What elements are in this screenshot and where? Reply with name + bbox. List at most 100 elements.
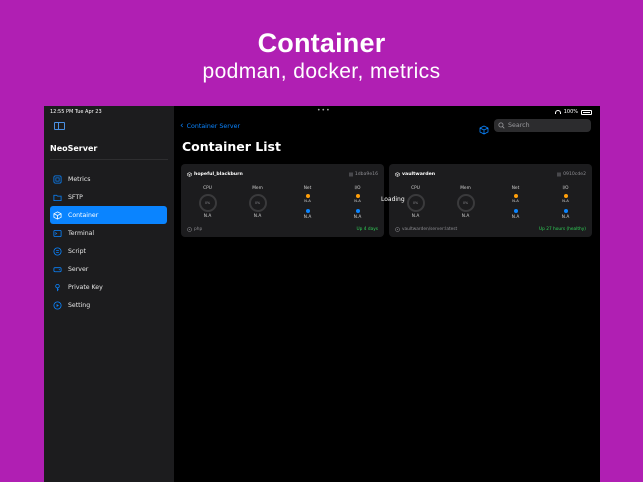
net-metric: Net N.A N.A	[493, 186, 538, 220]
loading-indicator: Loading	[381, 196, 405, 203]
battery-percent: 100%	[563, 109, 578, 115]
sidebar-item-label: Script	[68, 247, 86, 255]
io-label: I/O	[562, 186, 569, 191]
cpu-gauge: 0%	[198, 194, 217, 212]
sidebar-item-metrics[interactable]: Metrics	[50, 170, 167, 188]
sidebar-item-private-key[interactable]: Private Key	[50, 278, 167, 296]
card-header: vaultwarden 0910cde2	[395, 170, 586, 178]
cube-icon	[395, 171, 400, 177]
download-dot-icon	[513, 209, 518, 213]
key-icon	[53, 283, 62, 292]
status-bar: 12:55 PM Tue Apr 23 ••• 100%	[44, 106, 600, 117]
sidebar-item-terminal[interactable]: Terminal	[50, 224, 167, 242]
disc-icon	[395, 227, 400, 232]
multitask-dots-icon[interactable]: •••	[317, 107, 331, 114]
cpu-gauge: 0%	[406, 194, 425, 212]
sidebar-item-label: Private Key	[68, 283, 103, 291]
metrics-row: CPU 0% N.A Mem 0% N.A Net N.A N.A I/O N.…	[393, 186, 588, 220]
folder-icon	[53, 193, 62, 202]
cpu-value: N.A	[203, 214, 212, 219]
sidebar-item-label: Terminal	[68, 229, 95, 237]
container-name: vaultwarden	[395, 172, 435, 177]
cpu-metric: CPU 0% N.A	[185, 186, 230, 220]
net-up-value: N.A	[512, 198, 519, 203]
io-metric: I/O N.A N.A	[543, 186, 588, 220]
sidebar-item-server[interactable]: Server	[50, 260, 167, 278]
sidebar-item-label: Setting	[68, 301, 91, 309]
card-footer: vaultwarden/server:latest Up 27 hours (h…	[395, 227, 586, 232]
back-label: Container Server	[186, 123, 241, 130]
container-id: 1dba9e16	[349, 172, 378, 177]
container-name-text: vaultwarden	[402, 171, 436, 177]
mem-metric: Mem 0% N.A	[443, 186, 488, 220]
cpu-metric: CPU 0% N.A	[393, 186, 438, 220]
container-image: php	[187, 227, 202, 232]
net-down-value: N.A	[303, 215, 312, 220]
io-label: I/O	[354, 186, 361, 191]
sidebar-item-label: Server	[68, 265, 89, 273]
mem-label: Mem	[460, 186, 471, 191]
status-right: 100%	[554, 109, 592, 115]
mem-gauge: 0%	[248, 194, 267, 212]
net-metric: Net N.A N.A	[285, 186, 330, 220]
net-down-value: N.A	[511, 215, 520, 220]
search-field[interactable]	[494, 119, 591, 132]
io-write-value: N.A	[353, 215, 362, 220]
container-id-text: 0910cde2	[563, 171, 586, 177]
net-up-value: N.A	[304, 198, 311, 203]
net-label: Net	[303, 186, 312, 191]
cube-icon	[187, 171, 192, 177]
sidebar-toggle-icon[interactable]	[54, 122, 65, 130]
sidebar-divider	[50, 159, 168, 160]
download-dot-icon	[305, 209, 310, 213]
container-image-text: php	[194, 227, 203, 232]
card-footer: php Up 4 days	[187, 227, 378, 232]
search-input[interactable]	[508, 122, 588, 129]
io-metric: I/O N.A N.A	[335, 186, 380, 220]
container-status: Up 27 hours (healthy)	[538, 227, 586, 232]
mem-label: Mem	[252, 186, 263, 191]
barcode-icon	[349, 172, 353, 176]
sidebar-item-label: Metrics	[68, 175, 91, 183]
mem-value: N.A	[253, 214, 262, 219]
cpu-label: CPU	[203, 186, 212, 191]
cpu-label: CPU	[411, 186, 420, 191]
mem-value: N.A	[461, 214, 470, 219]
container-card-vaultwarden[interactable]: vaultwarden 0910cde2 CPU 0% N.A Mem 0% N…	[389, 164, 592, 237]
net-label: Net	[511, 186, 520, 191]
server-icon	[53, 265, 62, 274]
gear-icon	[53, 300, 62, 310]
sidebar-item-container[interactable]: Container	[50, 206, 167, 224]
io-read-value: N.A	[562, 198, 569, 203]
cpu-value: N.A	[411, 214, 420, 219]
ipad-screen: 12:55 PM Tue Apr 23 ••• 100% NeoServer M…	[44, 106, 600, 482]
back-button[interactable]: ‹ Container Server	[180, 122, 240, 131]
sidebar-item-script[interactable]: Script	[50, 242, 167, 260]
io-stack: N.A	[354, 194, 361, 213]
container-name: hopeful_blackburn	[187, 172, 243, 177]
sidebar-item-sftp[interactable]: SFTP	[50, 188, 167, 206]
mem-metric: Mem 0% N.A	[235, 186, 280, 220]
sidebar-item-label: SFTP	[68, 193, 83, 201]
sidebar-item-setting[interactable]: Setting	[50, 296, 167, 314]
container-image-text: vaultwarden/server:latest	[402, 227, 458, 232]
metrics-icon	[53, 174, 62, 184]
promo-subtitle: podman, docker, metrics	[202, 60, 441, 83]
net-stack: N.A	[512, 194, 519, 213]
barcode-icon	[557, 172, 561, 176]
sidebar: NeoServer Metrics SFTP Container Termina…	[44, 106, 174, 482]
wifi-icon	[554, 110, 561, 114]
search-icon	[498, 122, 505, 129]
cube-toolbar-icon[interactable]	[479, 120, 489, 135]
chevron-left-icon: ‹	[180, 121, 184, 131]
promo-title: Container	[257, 28, 386, 58]
app-title: NeoServer	[50, 144, 98, 153]
io-read-value: N.A	[354, 198, 361, 203]
mem-gauge: 0%	[456, 194, 475, 212]
container-image: vaultwarden/server:latest	[395, 227, 457, 232]
write-dot-icon	[563, 209, 568, 213]
container-status: Up 4 days	[356, 227, 378, 232]
main-content: ‹ Container Server Container List Loadin…	[174, 106, 600, 482]
container-card-hopeful-blackburn[interactable]: hopeful_blackburn 1dba9e16 CPU 0% N.A Me…	[181, 164, 384, 237]
disc-icon	[187, 227, 192, 232]
